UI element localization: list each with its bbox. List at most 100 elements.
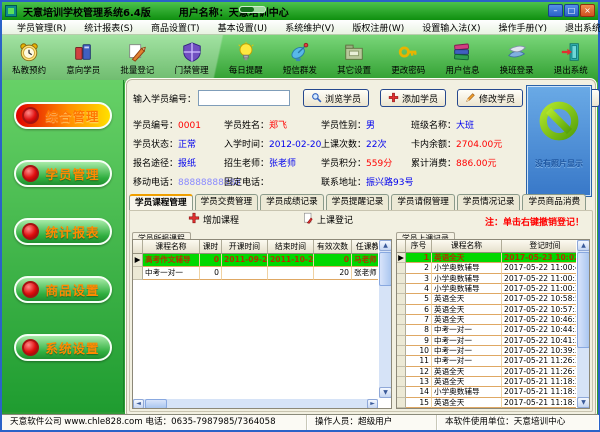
column-header[interactable]: 课程名称 [432,240,502,253]
action-button[interactable]: 添加学员 [380,89,447,107]
tab-active[interactable]: 学员课程管理 [129,194,193,210]
action-link[interactable]: 增加课程 [188,212,239,227]
status-section: 本软件使用单位：天意培训中心 [437,415,598,430]
toolbar-item[interactable]: 私教预约 [3,41,55,76]
toolbar-item[interactable]: 其它设置 [328,41,380,76]
tab-item[interactable]: 学员成绩记录 [260,194,324,210]
table-row[interactable]: 12 英语全天 2017-05-21 11:26:11 [397,366,589,377]
column-header[interactable]: 课程名称 [143,240,200,254]
menu-item[interactable]: 版权注册(W) [343,21,413,34]
scroll-up-icon[interactable]: ▲ [577,240,589,251]
column-header[interactable]: 课时 [200,240,222,254]
menu-item[interactable]: 系统维护(V) [276,21,343,34]
scroll-thumb[interactable] [577,252,589,348]
menu-item[interactable]: 学员管理(R) [8,21,75,34]
column-header[interactable] [397,240,406,253]
toolbar-item-label: 用户信息 [445,66,480,76]
menu-item[interactable]: 操作手册(Y) [490,21,557,34]
toolbar-item[interactable]: 用户信息 [436,41,488,76]
column-header[interactable]: 结束时间 [268,240,314,254]
table-row[interactable]: 15 英语全天 2017-05-21 11:18:18 [397,397,589,408]
tab-item[interactable]: 学员情况记录 [456,194,521,210]
record-vscrollbar[interactable]: ▲ ▼ [576,240,589,408]
table-row[interactable]: 10 中考一对一 2017-05-22 10:39:20 [397,345,589,357]
scroll-up-icon[interactable]: ▲ [379,240,391,251]
table-cell: 5 [406,294,432,305]
action-link[interactable]: 上课登记 [302,212,353,227]
table-cell: 1 [406,253,432,264]
tab-item[interactable]: 学员提醒记录 [325,194,390,210]
sidebar-item[interactable]: 商品设置 [13,276,112,303]
menu-item[interactable]: 退出系统(Z) [556,21,600,34]
row-indicator: ▶ [133,254,143,267]
table-row[interactable]: 5 英语全天 2017-05-22 10:58:54 [397,294,589,305]
toolbar-item[interactable]: 每日提醒 [220,41,272,76]
table-cell: 3 [406,273,432,284]
menu-item[interactable]: 设置输入法(X) [413,21,489,34]
scroll-down-icon[interactable]: ▼ [379,387,391,398]
table-row[interactable]: 9 中考一对一 2017-05-22 10:41:20 [397,335,589,346]
table-row[interactable]: 11 中考一对一 2017-05-21 11:26:30 [397,356,589,367]
table-cell: 13 [406,376,432,388]
button-label: 浏览学员 [325,93,362,104]
action-button[interactable]: 修改学员 [457,89,524,107]
close-button[interactable]: × [580,4,595,17]
course-vscrollbar[interactable]: ▲ ▼ [378,240,391,398]
sidebar-item[interactable]: 统计报表 [13,218,112,245]
column-header[interactable]: 开课时间 [222,240,268,254]
table-row[interactable]: 中考一对一 0 20 张老师 [133,267,391,280]
scroll-thumb[interactable] [145,399,167,408]
column-header[interactable] [133,240,143,254]
tab-item[interactable]: 学员商品消费 [522,194,587,210]
info-field-value: 886.00元 [456,159,497,169]
table-cell: 英语全天 [432,366,502,377]
table-row[interactable]: 8 中考一对一 2017-05-22 10:44:35 [397,325,589,336]
menu-item[interactable]: 基本设置(U) [209,21,277,34]
photo-panel: 没有照片显示 [526,85,592,197]
student-id-input[interactable] [198,90,291,106]
scroll-right-icon[interactable]: ► [367,399,378,408]
course-hscrollbar[interactable]: ◄ ► [133,398,378,408]
table-row[interactable]: 7 英语全天 2017-05-22 10:46:25 [397,314,589,326]
table-row[interactable]: 2 小学奥数辅导 2017-05-22 11:00:41 [397,263,589,274]
minimize-button[interactable]: – [548,4,563,17]
sidebar-item[interactable]: 综合管理 [13,102,112,129]
row-indicator [397,356,406,367]
tab-item[interactable]: 学员交费管理 [194,194,259,210]
row-indicator [133,267,143,280]
exit-door-icon [560,41,582,63]
toolbar-item[interactable]: 门禁管理 [166,41,218,76]
table-row[interactable]: 3 小学奥数辅导 2017-05-22 11:00:35 [397,273,589,284]
toolbar-item[interactable]: 退出系统 [545,41,597,76]
toolbar-item[interactable]: 短信群发 [274,41,326,76]
sidebar-item[interactable]: 系统设置 [13,334,112,361]
table-row[interactable]: 13 英语全天 2017-05-21 11:18:25 [397,376,589,388]
table-row[interactable]: 6 英语全天 2017-05-22 10:57:39 [397,304,589,315]
column-header[interactable]: 有效次数 [314,240,352,254]
toolbar-item-label: 意向学员 [66,66,101,76]
scroll-left-icon[interactable]: ◄ [133,399,144,408]
menu-item[interactable]: 商品设置(T) [142,21,209,34]
toolbar-item[interactable]: 更改密码 [382,41,434,76]
row-indicator [397,325,406,336]
sidebar-item[interactable]: 学员管理 [13,160,112,187]
table-row[interactable]: ▶ 高考作文辅导 0 2011-09-22 2011-10-22 0 马老师 [133,254,391,267]
table-row[interactable]: 4 小学奥数辅导 2017-05-22 11:00:26 [397,283,589,295]
toolbar-item[interactable]: 意向学员 [57,41,109,76]
info-field: 联系地址： 振兴路93号 [321,177,413,189]
action-button[interactable]: 浏览学员 [303,89,370,107]
table-row[interactable]: ▶ 1 英语全天 2017-05-23 10:02:30 [397,253,589,264]
maximize-button[interactable]: □ [564,4,579,17]
toolbar-item[interactable]: 批量登记 [111,41,163,76]
toolbar-item[interactable]: 换班登录 [491,41,543,76]
scroll-down-icon[interactable]: ▼ [577,397,589,408]
scroll-thumb[interactable] [379,252,391,286]
row-indicator [397,366,406,377]
menu-item[interactable]: 统计报表(S) [75,21,142,34]
table-row[interactable]: 14 小学奥数辅导 2017-05-21 11:18:22 [397,387,589,398]
tab-item[interactable]: 学员请假管理 [391,194,455,210]
column-header[interactable]: 序号 [406,240,432,253]
books-pair-icon [72,41,94,63]
status-section: 操作人员：超级用户 [307,415,437,430]
info-field-value: 22次 [366,140,387,150]
